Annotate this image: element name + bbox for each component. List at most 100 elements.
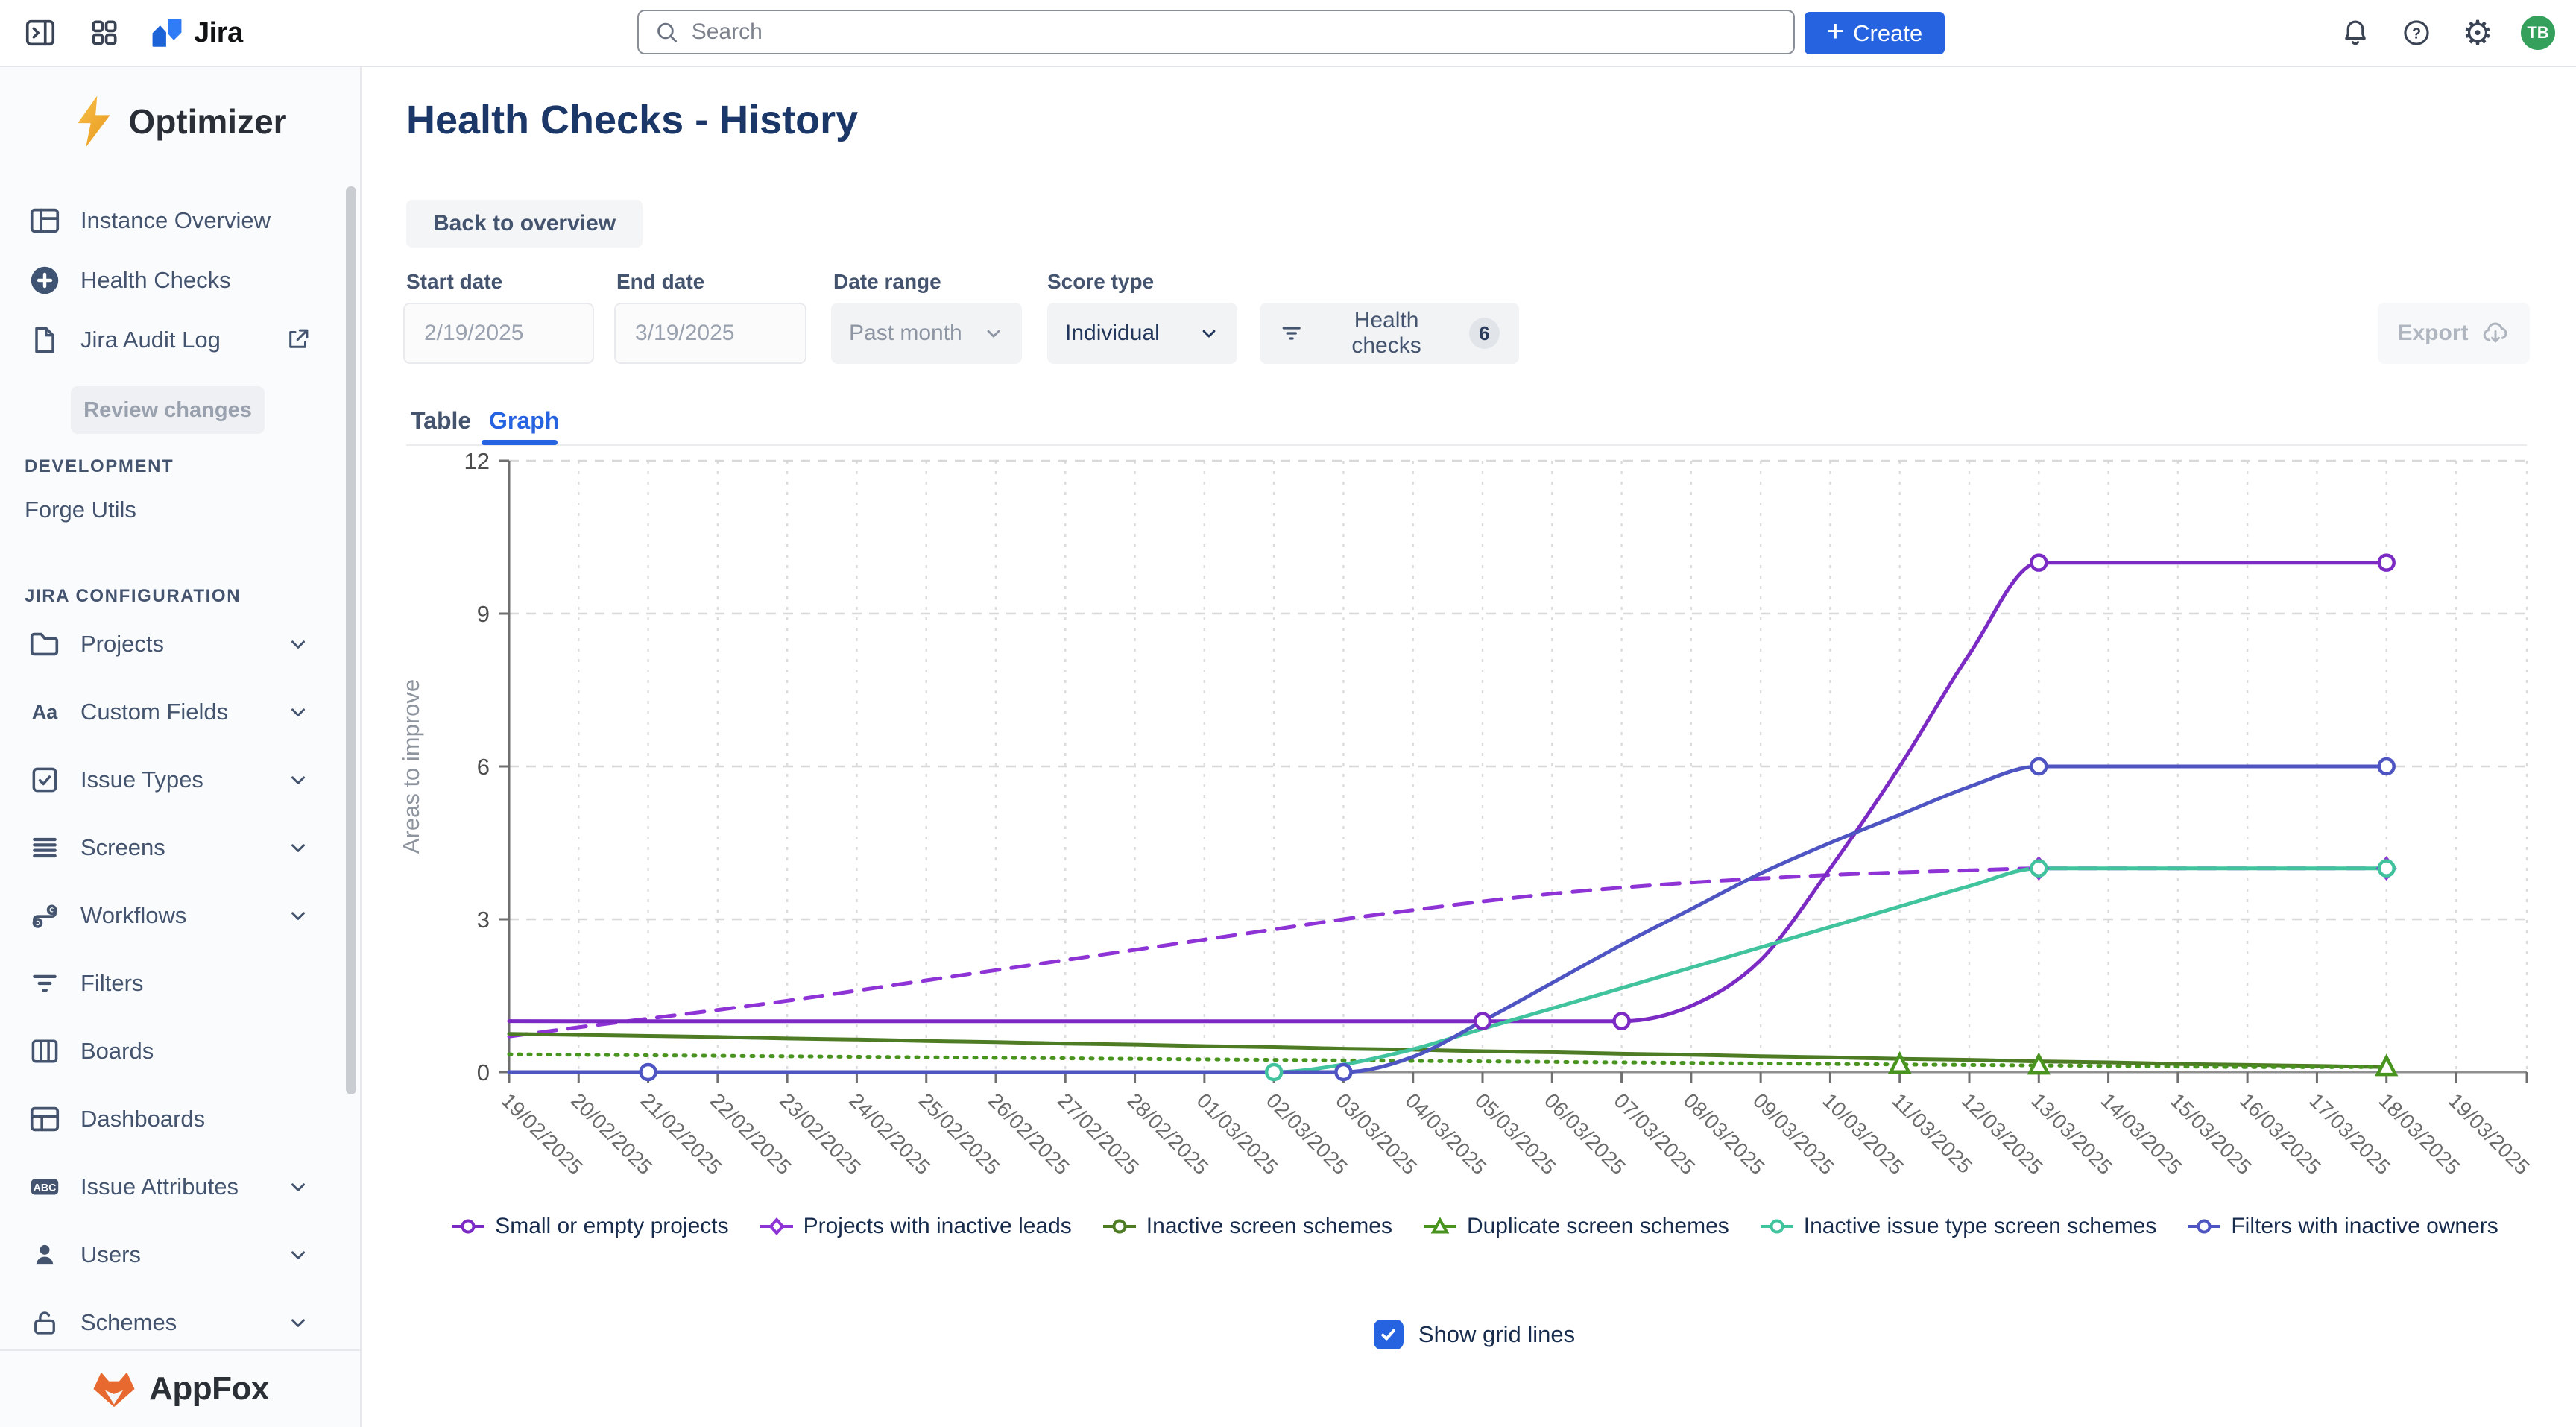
sidebar-item-issue-attributes[interactable]: ABCIssue Attributes (0, 1153, 360, 1220)
sidebar-item-projects[interactable]: Projects (0, 610, 360, 678)
legend-marker-icon (1759, 1217, 1795, 1236)
sidebar-item-custom-fields[interactable]: AaCustom Fields (0, 678, 360, 746)
user-icon (27, 1237, 63, 1273)
sidebar-item-workflows[interactable]: Workflows (0, 881, 360, 949)
show-grid-lines-checkbox[interactable] (1374, 1320, 1404, 1349)
svg-text:?: ? (2412, 25, 2421, 42)
legend-item-filters-with-inactive-owners[interactable]: Filters with inactive owners (2186, 1214, 2498, 1239)
chevron-down-icon (287, 1176, 309, 1198)
svg-text:6: 6 (477, 754, 490, 780)
columns-icon (27, 1033, 63, 1069)
sidebar-item-dashboards[interactable]: Dashboards (0, 1085, 360, 1153)
abc-icon: ABC (27, 1169, 63, 1205)
search-icon (654, 19, 680, 45)
document-icon (27, 322, 63, 358)
chevron-down-icon (287, 1244, 309, 1266)
show-grid-lines-label: Show grid lines (1418, 1321, 1575, 1348)
sidebar-item-jira-audit-log[interactable]: Jira Audit Log (0, 310, 360, 370)
rows-icon (27, 830, 63, 866)
external-link-icon (284, 325, 314, 355)
sidebar-nav-top: Instance OverviewHealth ChecksJira Audit… (0, 191, 360, 370)
chevron-down-icon (287, 701, 309, 723)
check-icon (1378, 1324, 1399, 1345)
chart-legend: Small or empty projects Projects with ina… (373, 1214, 2576, 1239)
workflow-icon (27, 898, 63, 933)
create-button[interactable]: + Create (1805, 12, 1945, 54)
chevron-down-icon (287, 633, 309, 655)
sidebar-item-boards[interactable]: Boards (0, 1017, 360, 1085)
notifications-bell-icon[interactable] (2337, 15, 2373, 51)
sidebar-item-schemes[interactable]: Schemes (0, 1288, 360, 1356)
sidebar: Optimizer Instance OverviewHealth Checks… (0, 66, 362, 1427)
sidebar-toggle-icon[interactable] (22, 15, 58, 51)
sidebar-nav-sections: DEVELOPMENTForge UtilsJIRA CONFIGURATION… (0, 453, 360, 1356)
legend-marker-icon (2186, 1217, 2222, 1236)
search-input[interactable] (690, 19, 1778, 45)
svg-text:0: 0 (477, 1059, 490, 1086)
svg-text:ABC: ABC (34, 1182, 57, 1194)
series-small-or-empty-projects (509, 563, 2387, 1021)
svg-text:Aa: Aa (32, 701, 58, 723)
tab-table[interactable]: Table (411, 407, 471, 435)
legend-item-projects-with-inactive-leads[interactable]: Projects with inactive leads (759, 1214, 1072, 1239)
svg-text:3: 3 (477, 907, 490, 933)
legend-item-small-or-empty-projects[interactable]: Small or empty projects (450, 1214, 728, 1239)
legend-item-inactive-screen-schemes[interactable]: Inactive screen schemes (1102, 1214, 1392, 1239)
sidebar-item-users[interactable]: Users (0, 1220, 360, 1288)
optimizer-wordmark: Optimizer (128, 101, 286, 142)
legend-marker-icon (450, 1217, 486, 1236)
legend-marker-icon (759, 1217, 795, 1236)
score-type-label: Score type (1047, 270, 1154, 294)
aa-icon: Aa (27, 694, 63, 730)
fox-icon (91, 1370, 137, 1408)
page-title: Health Checks - History (406, 97, 858, 143)
review-changes-button[interactable]: Review changes (71, 386, 265, 434)
health-checks-filter-button[interactable]: Health checks 6 (1260, 303, 1519, 364)
user-avatar[interactable]: TB (2521, 16, 2555, 50)
appfox-logo: AppFox (0, 1349, 360, 1427)
sidebar-item-filters[interactable]: Filters (0, 949, 360, 1017)
help-icon[interactable]: ? (2399, 15, 2434, 51)
sidebar-item-issue-types[interactable]: Issue Types (0, 746, 360, 813)
end-date-label: End date (616, 270, 704, 294)
lock-icon (27, 1305, 63, 1341)
folder-icon (27, 626, 63, 662)
search-bar[interactable] (637, 10, 1795, 54)
chevron-down-icon (287, 769, 309, 791)
settings-gear-icon[interactable]: ⚙ (2460, 15, 2496, 51)
jira-mark-icon (151, 16, 183, 49)
top-nav-bar: Jira + Create ? ⚙ TB (0, 0, 2576, 67)
panel-icon (27, 203, 63, 239)
sidebar-item-screens[interactable]: Screens (0, 813, 360, 881)
svg-text:12: 12 (464, 448, 490, 474)
sidebar-section-jira-configuration: JIRA CONFIGURATION (0, 583, 360, 610)
legend-marker-icon (1422, 1217, 1458, 1236)
history-line-chart: 03691219/02/202520/02/202521/02/202522/0… (373, 440, 2576, 1297)
score-type-select[interactable]: Individual (1047, 303, 1237, 364)
chevron-down-icon (287, 1311, 309, 1334)
tab-graph[interactable]: Graph (489, 407, 559, 435)
legend-item-inactive-issue-type-screen-schemes[interactable]: Inactive issue type screen schemes (1759, 1214, 2157, 1239)
filter-icon (27, 965, 63, 1001)
sidebar-item-forge-utils[interactable]: Forge Utils (0, 480, 360, 540)
sidebar-scrollbar[interactable] (346, 186, 356, 1094)
legend-marker-icon (1102, 1217, 1137, 1236)
plus-circle-icon (27, 262, 63, 298)
sidebar-item-instance-overview[interactable]: Instance Overview (0, 191, 360, 251)
export-button[interactable]: Export (2378, 303, 2530, 364)
date-range-select[interactable]: Past month (831, 303, 1022, 364)
show-grid-lines-row: Show grid lines (373, 1320, 2576, 1349)
appfox-wordmark: AppFox (149, 1370, 269, 1408)
end-date-input[interactable] (614, 303, 806, 364)
chevron-down-icon (287, 837, 309, 859)
sidebar-item-health-checks[interactable]: Health Checks (0, 251, 360, 310)
optimizer-logo: Optimizer (0, 94, 360, 149)
app-switcher-icon[interactable] (86, 15, 122, 51)
jira-logo[interactable]: Jira (151, 16, 243, 49)
start-date-input[interactable] (403, 303, 594, 364)
back-to-overview-button[interactable]: Back to overview (406, 200, 643, 248)
start-date-label: Start date (406, 270, 502, 294)
legend-item-duplicate-screen-schemes[interactable]: Duplicate screen schemes (1422, 1214, 1729, 1239)
chevron-down-icon (983, 323, 1004, 344)
chevron-down-icon (1199, 323, 1219, 344)
